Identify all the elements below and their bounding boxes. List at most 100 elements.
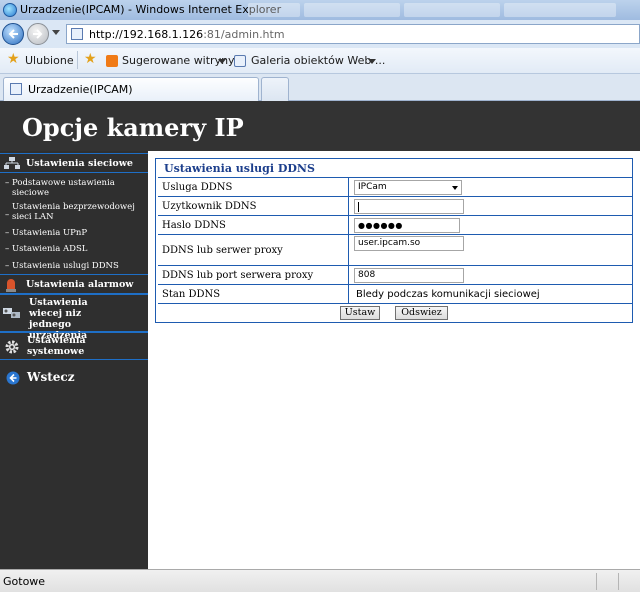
column-divider	[348, 266, 349, 284]
ddns-service-selected: IPCam	[358, 182, 387, 192]
sidebar-section-system[interactable]: Ustawienia systemowe	[0, 332, 148, 360]
sidebar-section-alarm[interactable]: Ustawienia alarmow	[0, 274, 148, 294]
sidebar-item-ddns[interactable]: – Ustawienia uslugi DDNS	[5, 261, 142, 271]
address-input[interactable]: http://192.168.1.126:81/admin.htm	[66, 24, 640, 44]
url-path: :81/admin.htm	[203, 28, 285, 41]
panel-title: Ustawienia uslugi DDNS	[164, 162, 315, 175]
sidebar-item-basic-network[interactable]: – Podstawowe ustawienia sieciowe	[5, 178, 132, 198]
favorites-button[interactable]: Ulubione	[25, 54, 74, 67]
ddns-status-label: Stan DDNS	[162, 289, 221, 300]
ddns-status-value: Bledy podczas komunikacji sieciowej	[356, 289, 540, 300]
page-header: Opcje kamery IP	[0, 101, 640, 151]
column-divider	[348, 197, 349, 215]
multi-camera-icon	[3, 308, 20, 318]
web-page: Opcje kamery IP Ustawienia sieciowe – Pod…	[0, 101, 640, 569]
sidebar-item-upnp[interactable]: – Ustawienia UPnP	[5, 228, 138, 238]
sidebar-item-label: Ustawienia ADSL	[12, 244, 88, 254]
sidebar-network-label: Ustawienia sieciowe	[26, 158, 133, 169]
sidebar-item-wireless[interactable]: – Ustawienia bezprzewodowej sieci LAN	[5, 202, 138, 222]
text-caret	[358, 202, 359, 212]
ddns-user-input[interactable]	[354, 199, 464, 214]
ddns-password-label: Haslo DDNS	[162, 220, 226, 231]
apply-button[interactable]: Ustaw	[340, 306, 380, 320]
background-tab[interactable]	[504, 3, 616, 17]
ddns-service-label: Usluga DDNS	[162, 182, 233, 193]
ddns-proxy-port-value: 808	[358, 270, 376, 280]
sidebar-section-multi-device[interactable]: Ustawienia wiecej niz jednego urzadzenia	[0, 294, 148, 341]
favorites-bar: ★ Ulubione ★ Sugerowane witryny Galeria …	[0, 48, 640, 74]
ddns-proxy-server-value: user.ipcam.so	[358, 238, 421, 248]
sidebar-item-label: Ustawienia bezprzewodowej sieci LAN	[12, 202, 135, 222]
background-tab[interactable]	[404, 3, 500, 17]
new-tab-button[interactable]	[261, 77, 289, 101]
sidebar-alarm-label: Ustawienia alarmow	[26, 279, 134, 290]
status-text: Gotowe	[3, 575, 46, 588]
sidebar-item-label: Podstawowe ustawienia sieciowe	[12, 178, 115, 198]
suggested-sites-dropdown[interactable]	[218, 59, 226, 64]
window-title: Urzadzenie(IPCAM) - Windows Internet Exp…	[20, 3, 282, 16]
toolbar-separator	[77, 51, 78, 69]
ddns-service-row: Usluga DDNS IPCam	[158, 177, 632, 196]
statusbar: Gotowe	[0, 569, 640, 592]
sidebar: Ustawienia sieciowe – Podstawowe ustawien…	[0, 151, 148, 569]
column-divider	[348, 235, 349, 265]
page-title: Opcje kamery IP	[22, 113, 244, 142]
ddns-proxy-server-label: DDNS lub serwer proxy	[162, 245, 283, 256]
recent-pages-dropdown[interactable]	[52, 30, 60, 35]
address-toolbar: http://192.168.1.126:81/admin.htm	[0, 20, 640, 48]
back-arrow-icon	[6, 371, 20, 385]
suggested-sites-icon	[106, 55, 118, 67]
network-icon	[4, 157, 20, 169]
tab-label: Urzadzenie(IPCAM)	[28, 83, 133, 96]
web-gallery-dropdown[interactable]	[368, 59, 376, 64]
ie-logo-icon	[3, 3, 17, 17]
ddns-proxy-server-input[interactable]: user.ipcam.so	[354, 236, 464, 251]
bullet-dash: –	[5, 244, 10, 254]
add-favorite-icon[interactable]: ★	[84, 51, 97, 67]
ddns-password-input[interactable]: ●●●●●●	[354, 218, 460, 233]
sidebar-system-label: Ustawienia systemowe	[27, 335, 86, 357]
sidebar-section-network[interactable]: Ustawienia sieciowe	[0, 153, 148, 173]
sidebar-item-adsl[interactable]: – Ustawienia ADSL	[5, 244, 138, 254]
back-label: Wstecz	[27, 370, 75, 384]
arrow-left-icon	[8, 29, 18, 39]
ddns-proxy-port-row: DDNS lub port serwera proxy 808	[158, 265, 632, 284]
page-icon	[10, 83, 22, 95]
ddns-service-select[interactable]: IPCam	[354, 180, 462, 195]
ddns-password-row: Haslo DDNS ●●●●●●	[158, 215, 632, 234]
chevron-down-icon	[452, 186, 458, 190]
tab-strip: Urzadzenie(IPCAM)	[0, 74, 640, 101]
web-gallery-label: Galeria obiektów Web ...	[251, 54, 386, 67]
sidebar-item-label: Ustawienia UPnP	[12, 228, 88, 238]
alarm-icon	[6, 279, 16, 292]
background-tab[interactable]	[304, 3, 400, 17]
refresh-button[interactable]: Odswiez	[395, 306, 448, 320]
url-host: http://192.168.1.126	[89, 28, 204, 41]
back-button[interactable]	[2, 23, 24, 45]
ddns-proxy-server-row: DDNS lub serwer proxy user.ipcam.so	[158, 234, 632, 265]
column-divider	[348, 285, 349, 303]
forward-button[interactable]	[27, 23, 49, 45]
tab-active[interactable]: Urzadzenie(IPCAM)	[3, 77, 259, 101]
sidebar-item-label: Ustawienia uslugi DDNS	[12, 261, 119, 271]
ddns-proxy-port-label: DDNS lub port serwera proxy	[162, 270, 314, 281]
ddns-settings-panel: Ustawienia uslugi DDNS Usluga DDNS IPCam…	[155, 158, 633, 323]
back-link[interactable]: Wstecz	[0, 367, 148, 389]
arrow-right-icon	[33, 29, 43, 39]
ddns-password-value: ●●●●●●	[358, 221, 403, 230]
bullet-dash: –	[5, 228, 10, 238]
gear-icon	[5, 340, 19, 354]
bullet-dash: –	[5, 178, 10, 188]
ddns-proxy-port-input[interactable]: 808	[354, 268, 464, 283]
page-icon	[71, 28, 83, 40]
web-gallery-icon	[234, 55, 246, 67]
favorites-star-icon: ★	[7, 51, 20, 67]
background-tab[interactable]	[248, 3, 300, 17]
statusbar-separator	[596, 573, 597, 590]
column-divider	[348, 178, 349, 196]
window-titlebar: Urzadzenie(IPCAM) - Windows Internet Exp…	[0, 0, 640, 20]
bullet-dash: –	[5, 210, 10, 220]
ddns-actions-row: Ustaw Odswiez	[158, 303, 632, 322]
ddns-user-row: Uzytkownik DDNS	[158, 196, 632, 215]
statusbar-separator	[618, 573, 619, 590]
